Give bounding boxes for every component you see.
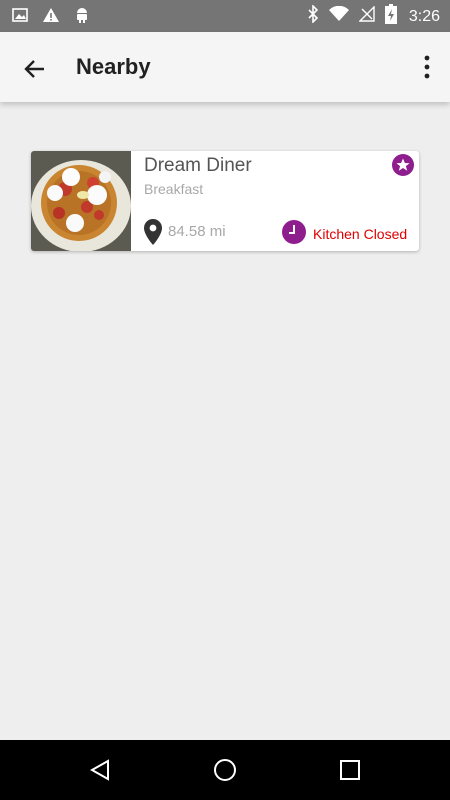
android-icon <box>74 6 90 29</box>
no-signal-icon <box>358 5 375 27</box>
bluetooth-icon <box>307 4 319 28</box>
system-nav-bar <box>0 740 450 800</box>
restaurant-distance: 84.58 mi <box>168 223 226 240</box>
app-bar: Nearby <box>0 32 450 102</box>
favorite-star-icon[interactable] <box>392 154 414 176</box>
battery-icon <box>384 4 397 29</box>
recents-square-icon[interactable] <box>338 758 362 782</box>
clock-icon <box>282 220 306 244</box>
more-vert-icon[interactable] <box>422 54 432 80</box>
back-triangle-icon[interactable] <box>88 758 112 782</box>
home-circle-icon[interactable] <box>213 758 237 782</box>
location-pin-icon <box>144 219 162 245</box>
image-icon <box>12 7 28 28</box>
warning-icon <box>42 7 60 28</box>
waffle-photo <box>31 151 131 251</box>
restaurant-name: Dream Diner <box>144 155 252 176</box>
wifi-icon <box>328 5 349 27</box>
restaurant-category: Breakfast <box>144 181 204 197</box>
restaurant-card[interactable]: Dream Diner Breakfast 84.58 mi Kitchen C… <box>31 151 419 251</box>
arrow-left-icon[interactable] <box>20 54 50 84</box>
status-bar: 3:26 <box>0 0 450 32</box>
page-title: Nearby <box>76 54 151 79</box>
clock-time: 3:26 <box>408 7 440 25</box>
kitchen-status: Kitchen Closed <box>313 226 408 242</box>
